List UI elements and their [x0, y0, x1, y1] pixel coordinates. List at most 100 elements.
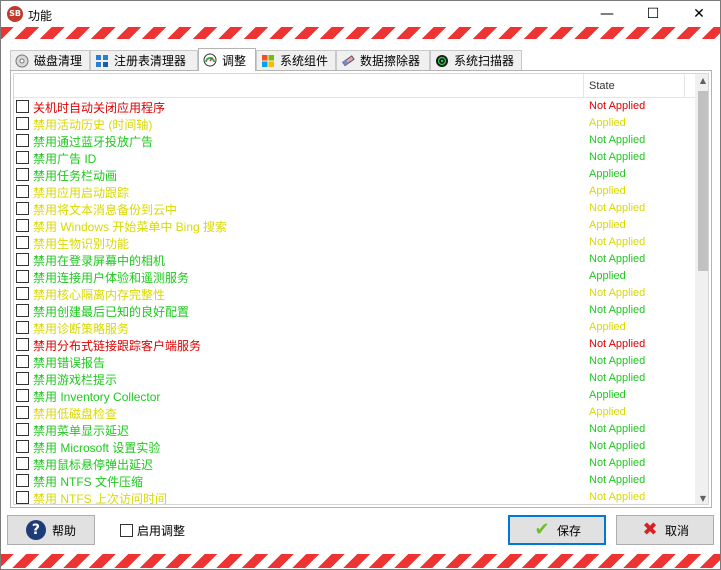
item-checkbox[interactable] [16, 185, 29, 198]
item-checkbox[interactable] [16, 134, 29, 147]
disk-icon [15, 54, 29, 68]
list-item[interactable]: 禁用核心隔离内存完整性 Not Applied [14, 285, 695, 302]
tab-data-wiper[interactable]: 数据擦除器 [336, 50, 430, 70]
item-checkbox[interactable] [16, 100, 29, 113]
list-item[interactable]: 禁用 NTFS 文件压缩 Not Applied [14, 472, 695, 489]
tab-registry-cleaner[interactable]: 注册表清理器 [90, 50, 198, 70]
item-checkbox[interactable] [16, 406, 29, 419]
list-item[interactable]: 禁用分布式链接跟踪客户端服务 Not Applied [14, 336, 695, 353]
item-label: 禁用分布式链接跟踪客户端服务 [33, 339, 202, 353]
item-checkbox[interactable] [16, 440, 29, 453]
item-state: Not Applied [589, 338, 646, 350]
item-state: Not Applied [589, 100, 646, 112]
item-checkbox[interactable] [16, 168, 29, 181]
help-button[interactable]: ? 帮助 [7, 515, 95, 545]
item-state: Applied [589, 270, 626, 282]
list-item[interactable]: 禁用连接用户体验和遥测服务 Applied [14, 268, 695, 285]
list-item[interactable]: 禁用游戏栏提示 Not Applied [14, 370, 695, 387]
list-item[interactable]: 禁用 Inventory Collector Applied [14, 387, 695, 404]
list-item[interactable]: 禁用 Windows 开始菜单中 Bing 搜索 Applied [14, 217, 695, 234]
item-checkbox[interactable] [16, 321, 29, 334]
enable-tweaks-toggle[interactable]: 启用调整 [120, 522, 185, 538]
help-button-label: 帮助 [51, 523, 76, 538]
item-state: Not Applied [589, 423, 646, 435]
list-item[interactable]: 禁用通过蓝牙投放广告 Not Applied [14, 132, 695, 149]
list-item[interactable]: 禁用诊断策略服务 Applied [14, 319, 695, 336]
item-label: 禁用任务栏动画 [33, 169, 118, 183]
scanner-icon [435, 54, 449, 68]
item-checkbox[interactable] [16, 253, 29, 266]
item-checkbox[interactable] [16, 389, 29, 402]
save-button[interactable]: ✔ 保存 [508, 515, 606, 545]
maximize-button[interactable]: ☐ [630, 1, 676, 28]
list-item[interactable]: 禁用任务栏动画 Applied [14, 166, 695, 183]
list-item[interactable]: 禁用创建最后已知的良好配置 Not Applied [14, 302, 695, 319]
tab-system-components[interactable]: 系统组件 [256, 50, 336, 70]
tab-tweaks[interactable]: 调整 [198, 48, 256, 71]
item-checkbox[interactable] [16, 474, 29, 487]
list-item[interactable]: 关机时自动关闭应用程序 Not Applied [14, 98, 695, 115]
list-item[interactable]: 禁用应用启动跟踪 Applied [14, 183, 695, 200]
item-label: 禁用 Inventory Collector [33, 390, 161, 404]
list-item[interactable]: 禁用低磁盘检查 Applied [14, 404, 695, 421]
list-item[interactable]: 禁用广告 ID Not Applied [14, 149, 695, 166]
item-label: 禁用游戏栏提示 [33, 373, 118, 387]
item-label: 禁用 NTFS 文件压缩 [33, 475, 143, 489]
item-checkbox[interactable] [16, 287, 29, 300]
item-checkbox[interactable] [16, 457, 29, 470]
item-checkbox[interactable] [16, 355, 29, 368]
scrollbar-thumb[interactable] [698, 91, 708, 271]
list-item[interactable]: 禁用 Microsoft 设置实验 Not Applied [14, 438, 695, 455]
list-header: State [14, 74, 695, 98]
list-item[interactable]: 禁用在登录屏幕中的相机 Not Applied [14, 251, 695, 268]
cancel-button[interactable]: ✖ 取消 [616, 515, 714, 545]
item-checkbox[interactable] [16, 423, 29, 436]
item-checkbox[interactable] [16, 219, 29, 232]
minimize-button[interactable]: — [584, 1, 630, 28]
scroll-up-arrow-icon[interactable]: ▲ [696, 74, 708, 88]
item-state: Applied [589, 321, 626, 333]
item-label: 禁用在登录屏幕中的相机 [33, 254, 166, 268]
item-state: Not Applied [589, 304, 646, 316]
tab-disk-cleanup[interactable]: 磁盘清理 [10, 50, 90, 70]
windows-icon [261, 54, 275, 68]
item-label: 禁用活动历史 (时间轴) [33, 118, 153, 132]
item-checkbox[interactable] [16, 202, 29, 215]
close-button[interactable]: ✕ [676, 1, 721, 28]
item-label: 禁用连接用户体验和遥测服务 [33, 271, 190, 285]
list-item[interactable]: 禁用将文本消息备份到云中 Not Applied [14, 200, 695, 217]
item-checkbox[interactable] [16, 491, 29, 504]
item-label: 禁用鼠标悬停弹出延迟 [33, 458, 154, 472]
list-item[interactable]: 禁用 NTFS 上次访问时间 Not Applied [14, 489, 695, 505]
list-item[interactable]: 禁用鼠标悬停弹出延迟 Not Applied [14, 455, 695, 472]
tab-system-scanner[interactable]: 系统扫描器 [430, 50, 522, 70]
vertical-scrollbar[interactable]: ▲ ▼ [695, 74, 708, 504]
item-state: Not Applied [589, 202, 646, 214]
name-column-header[interactable] [14, 74, 584, 98]
list-item[interactable]: 禁用生物识别功能 Not Applied [14, 234, 695, 251]
item-label: 禁用错误报告 [33, 356, 106, 370]
item-checkbox[interactable] [16, 117, 29, 130]
enable-tweaks-checkbox[interactable] [120, 523, 133, 537]
scroll-down-arrow-icon[interactable]: ▼ [696, 492, 708, 504]
list-item[interactable]: 禁用错误报告 Not Applied [14, 353, 695, 370]
item-state: Not Applied [589, 474, 646, 486]
item-checkbox[interactable] [16, 304, 29, 317]
item-checkbox[interactable] [16, 270, 29, 283]
registry-icon [95, 54, 109, 68]
list-item[interactable]: 禁用菜单显示延迟 Not Applied [14, 421, 695, 438]
app-logo-icon: SB [7, 6, 23, 22]
item-state: Not Applied [589, 491, 646, 503]
list-item[interactable]: 禁用活动历史 (时间轴) Applied [14, 115, 695, 132]
item-state: Not Applied [589, 355, 646, 367]
item-checkbox[interactable] [16, 236, 29, 249]
item-state: Not Applied [589, 440, 646, 452]
item-label: 禁用 NTFS 上次访问时间 [33, 492, 167, 505]
item-checkbox[interactable] [16, 338, 29, 351]
eraser-icon [341, 54, 355, 68]
item-label: 禁用 Windows 开始菜单中 Bing 搜索 [33, 220, 228, 234]
tweaks-panel: State 关机时自动关闭应用程序 Not Applied 禁用活动历史 (时间轴)… [10, 70, 712, 508]
item-checkbox[interactable] [16, 372, 29, 385]
state-column-header[interactable]: State [589, 74, 615, 98]
item-checkbox[interactable] [16, 151, 29, 164]
